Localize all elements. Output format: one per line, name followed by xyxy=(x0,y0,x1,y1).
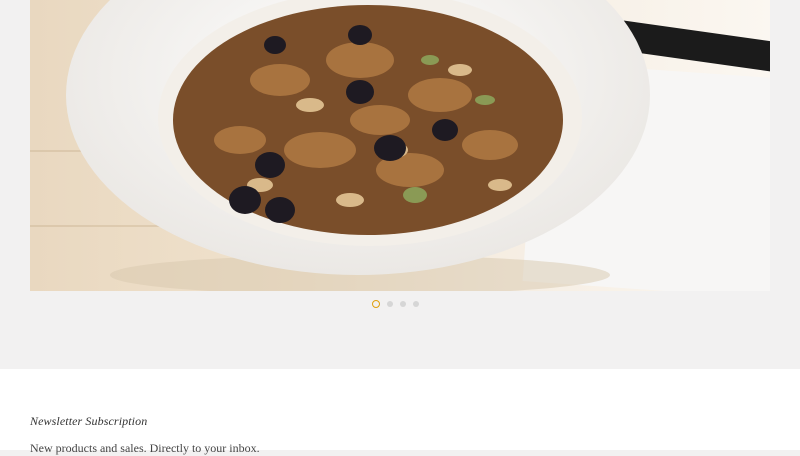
carousel-dot-3[interactable] xyxy=(400,301,406,307)
newsletter-title: Newsletter Subscription xyxy=(30,414,148,428)
carousel-dot-1[interactable] xyxy=(372,300,380,308)
carousel-dot-4[interactable] xyxy=(413,301,419,307)
newsletter-subtitle: New products and sales. Directly to your… xyxy=(30,441,260,455)
hero-image xyxy=(30,0,770,291)
granola-bowl-image xyxy=(66,0,650,291)
carousel-pagination xyxy=(372,300,419,308)
newsletter-section: Newsletter Subscription New products and… xyxy=(0,369,800,455)
carousel-dot-2[interactable] xyxy=(387,301,393,307)
